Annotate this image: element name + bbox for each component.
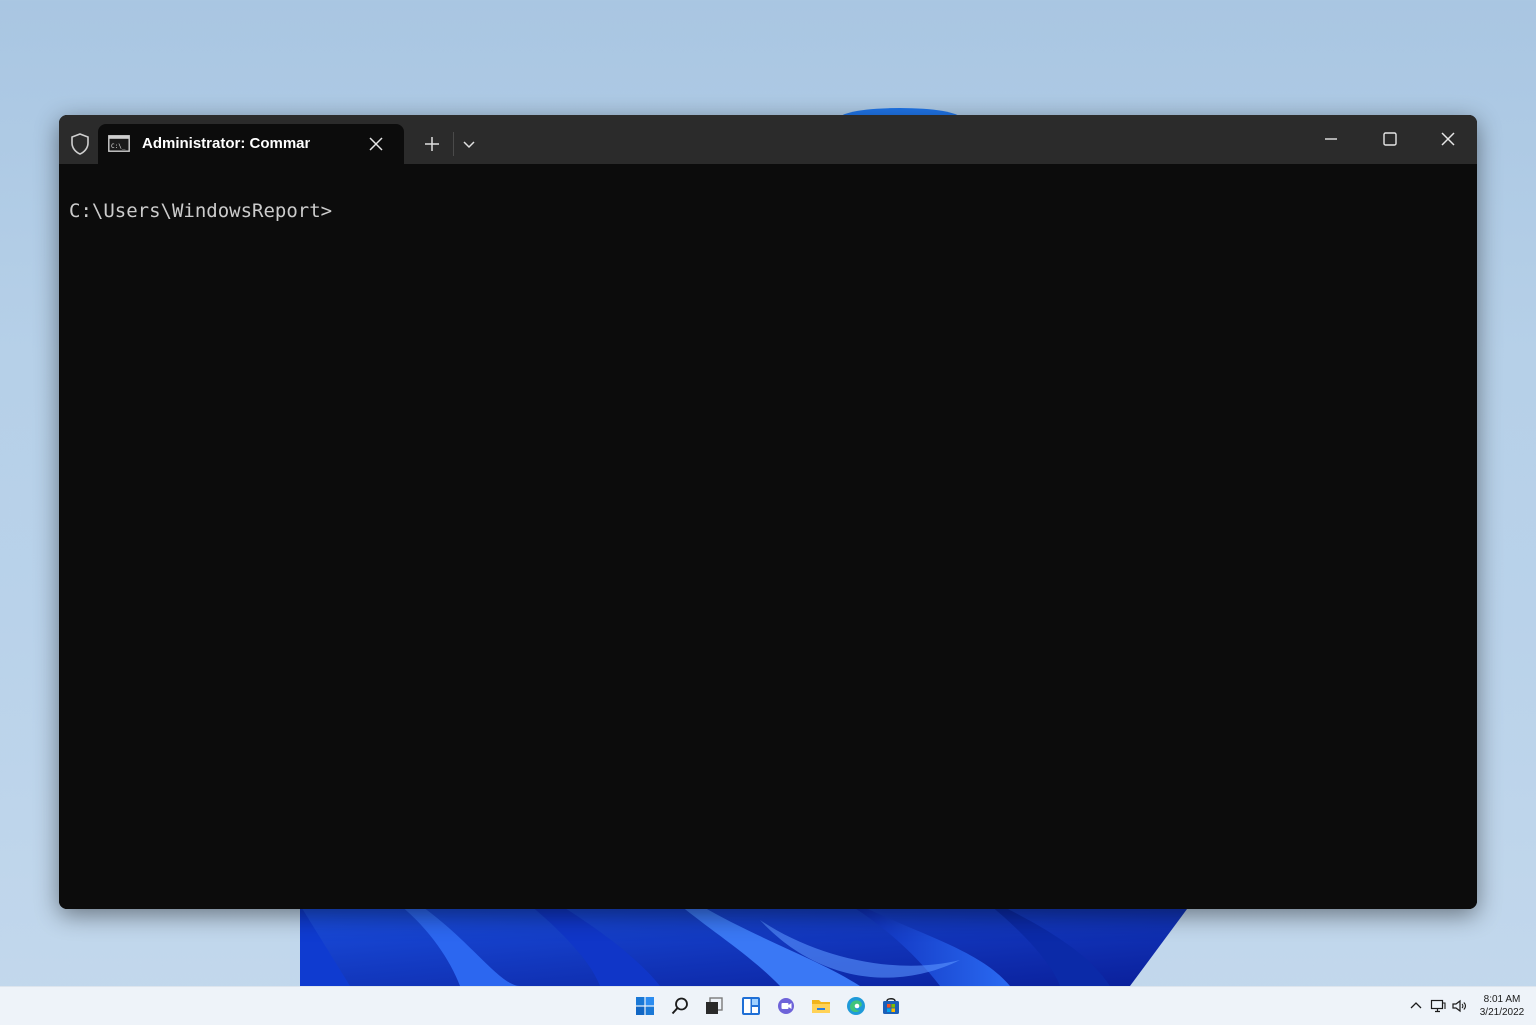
close-tab-icon[interactable]: [368, 136, 384, 152]
search-icon[interactable]: [670, 996, 690, 1016]
close-window-button[interactable]: [1436, 127, 1460, 151]
shield-icon: [71, 133, 89, 155]
tab-title: Administrator: Command Pro: [142, 135, 310, 152]
widgets-icon[interactable]: [741, 996, 761, 1016]
console-area[interactable]: C:\Users\WindowsReport>: [59, 164, 1477, 909]
chevron-down-icon[interactable]: [460, 135, 478, 153]
tab-separator: [453, 132, 454, 156]
terminal-window: C:\_ Administrator: Command Pro C:\Users…: [59, 115, 1477, 909]
edge-icon[interactable]: [846, 996, 866, 1016]
network-icon[interactable]: [1430, 998, 1446, 1014]
new-tab-button[interactable]: [421, 133, 443, 155]
chat-icon[interactable]: [776, 996, 796, 1016]
chevron-up-icon[interactable]: [1408, 998, 1424, 1014]
svg-text:C:\_: C:\_: [111, 143, 126, 150]
file-explorer-icon[interactable]: [811, 996, 831, 1016]
start-icon[interactable]: [635, 996, 655, 1016]
minimize-button[interactable]: [1319, 127, 1343, 151]
volume-icon[interactable]: [1451, 998, 1467, 1014]
taskbar: 8:01 AM 3/21/2022: [0, 986, 1536, 1025]
maximize-button[interactable]: [1378, 127, 1402, 151]
store-icon[interactable]: [881, 996, 901, 1016]
clock-time: 8:01 AM: [1483, 994, 1521, 1005]
system-clock[interactable]: 8:01 AM 3/21/2022: [1474, 993, 1530, 1019]
command-prompt-line: C:\Users\WindowsReport>: [69, 200, 333, 222]
cmd-icon: C:\_: [108, 135, 130, 152]
tab-command-prompt[interactable]: C:\_ Administrator: Command Pro: [98, 124, 404, 164]
clock-date: 3/21/2022: [1479, 1007, 1525, 1018]
task-view-icon[interactable]: [704, 996, 724, 1016]
title-bar: C:\_ Administrator: Command Pro: [59, 115, 1477, 164]
